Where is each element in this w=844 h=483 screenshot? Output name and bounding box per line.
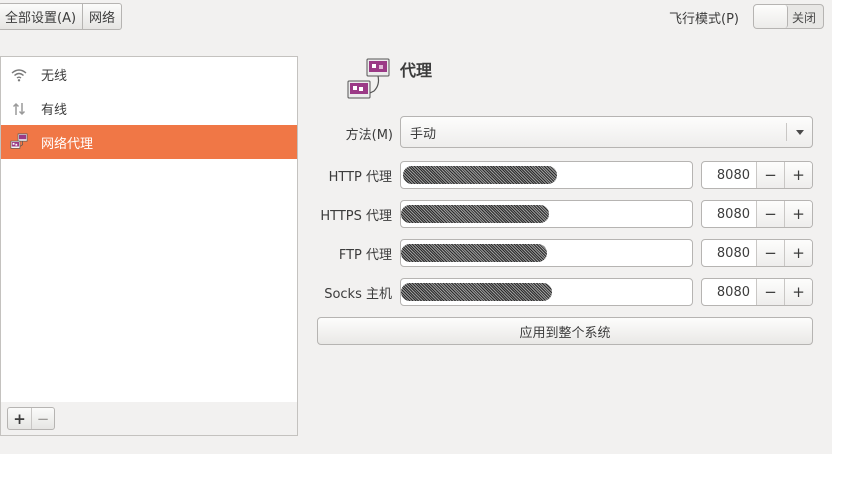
page-title: 代理 bbox=[400, 61, 433, 80]
method-combo[interactable]: 手动 bbox=[400, 116, 813, 148]
http-proxy-input[interactable] bbox=[400, 161, 693, 189]
http-proxy-label: HTTP 代理 bbox=[328, 170, 392, 185]
chevron-down-icon bbox=[786, 123, 812, 141]
breadcrumb: 全部设置(A) 网络 bbox=[0, 3, 123, 30]
sidebar-item-network-proxy[interactable]: 网络代理 bbox=[1, 125, 297, 159]
ftp-port-spinner: 8080 − + bbox=[701, 239, 813, 267]
https-port-spinner: 8080 − + bbox=[701, 200, 813, 228]
network-crumb-button[interactable]: 网络 bbox=[82, 4, 121, 29]
http-port-increase-button[interactable]: + bbox=[784, 162, 812, 188]
socks-host-input[interactable] bbox=[400, 278, 693, 306]
method-label: 方法(M) bbox=[345, 128, 393, 143]
https-port-decrease-button[interactable]: − bbox=[756, 201, 784, 227]
socks-port-increase-button[interactable]: + bbox=[784, 279, 812, 305]
wired-icon bbox=[10, 100, 28, 118]
https-port-value[interactable]: 8080 bbox=[702, 201, 756, 227]
add-connection-button[interactable]: + bbox=[8, 408, 31, 429]
sidebar-item-label: 网络代理 bbox=[41, 136, 94, 152]
method-value: 手动 bbox=[410, 126, 437, 142]
sidebar-item-label: 有线 bbox=[41, 103, 68, 118]
all-settings-button[interactable]: 全部设置(A) bbox=[0, 4, 82, 29]
sidebar-toolbar: + − bbox=[0, 402, 298, 436]
ftp-port-decrease-button[interactable]: − bbox=[756, 240, 784, 266]
proxy-icon bbox=[10, 133, 28, 151]
http-port-decrease-button[interactable]: − bbox=[756, 162, 784, 188]
socks-port-value[interactable]: 8080 bbox=[702, 279, 756, 305]
airplane-mode-label: 飞行模式(P) bbox=[669, 12, 739, 27]
http-port-spinner: 8080 − + bbox=[701, 161, 813, 189]
switch-knob bbox=[754, 5, 788, 28]
sidebar-item-wired[interactable]: 有线 bbox=[1, 92, 297, 125]
proxy-large-icon bbox=[346, 57, 392, 103]
switch-state-text: 关闭 bbox=[792, 11, 817, 25]
apply-system-wide-button[interactable]: 应用到整个系统 bbox=[317, 317, 813, 345]
socks-port-spinner: 8080 − + bbox=[701, 278, 813, 306]
http-port-value[interactable]: 8080 bbox=[702, 162, 756, 188]
socks-host-label: Socks 主机 bbox=[324, 287, 392, 302]
wifi-icon bbox=[10, 66, 28, 84]
ftp-port-increase-button[interactable]: + bbox=[784, 240, 812, 266]
remove-connection-button[interactable]: − bbox=[31, 408, 54, 429]
network-settings-window: 全部设置(A) 网络 飞行模式(P) 关闭 无线 有线 网络代理 + − 代理 … bbox=[0, 0, 832, 454]
https-proxy-input[interactable] bbox=[400, 200, 693, 228]
ftp-proxy-label: FTP 代理 bbox=[338, 248, 392, 263]
socks-port-decrease-button[interactable]: − bbox=[756, 279, 784, 305]
sidebar: 无线 有线 网络代理 bbox=[0, 56, 298, 403]
ftp-port-value[interactable]: 8080 bbox=[702, 240, 756, 266]
sidebar-item-wireless[interactable]: 无线 bbox=[1, 58, 297, 91]
add-remove-group: + − bbox=[7, 407, 55, 430]
https-port-increase-button[interactable]: + bbox=[784, 201, 812, 227]
sidebar-item-label: 无线 bbox=[41, 69, 68, 84]
https-proxy-label: HTTPS 代理 bbox=[320, 209, 392, 224]
airplane-mode-switch[interactable]: 关闭 bbox=[753, 4, 824, 29]
ftp-proxy-input[interactable] bbox=[400, 239, 693, 267]
